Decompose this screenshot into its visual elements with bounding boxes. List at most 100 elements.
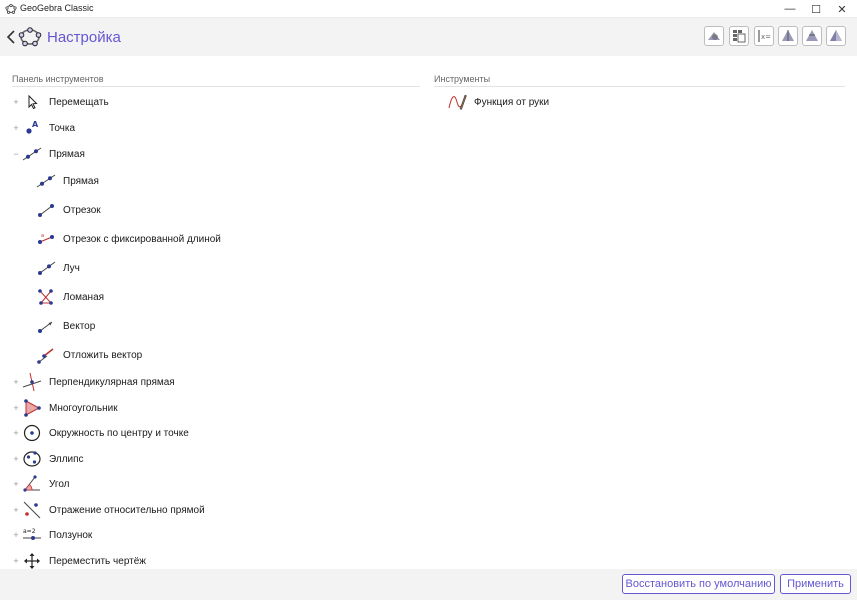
chevron-left-icon	[6, 30, 15, 44]
angle-icon	[22, 474, 42, 494]
ellipse-icon	[22, 449, 42, 469]
svg-text:a: a	[41, 233, 44, 239]
segment-fixed-icon: a	[36, 229, 56, 249]
graphics-perspective-icon	[708, 32, 720, 40]
tool-group-label: Перемещать	[49, 96, 109, 108]
line-icon	[22, 144, 42, 164]
close-button[interactable]: ✕	[829, 0, 855, 18]
tools-panel-heading: Инструменты	[434, 74, 491, 84]
tool-item-label: Луч	[63, 262, 80, 274]
expand-toggle[interactable]: +	[12, 397, 20, 419]
page-title: Настройка	[47, 29, 121, 46]
tool-group-label: Перпендикулярная прямая	[49, 376, 175, 388]
geogebra-app-icon	[5, 3, 17, 14]
window-title: GeoGebra Classic	[20, 3, 94, 13]
polygon-icon	[22, 398, 42, 418]
toolbar-panel-heading: Панель инструментов	[12, 74, 104, 84]
tool-item-segment[interactable]: Отрезок	[0, 199, 420, 221]
freehand-function-icon	[447, 92, 467, 112]
expand-toggle[interactable]: +	[12, 448, 20, 470]
tool-group-ellipse[interactable]: + Эллипс	[0, 448, 420, 470]
tool-group-slider[interactable]: + a=2 Ползунок	[0, 524, 420, 546]
tool-group-label: Переместить чертёж	[49, 555, 146, 567]
apply-button[interactable]: Применить	[780, 574, 851, 594]
tool-group-line[interactable]: − Прямая	[0, 143, 420, 165]
tool-item-label: Отложить вектор	[63, 349, 143, 361]
maximize-button[interactable]: ☐	[803, 0, 829, 18]
tool-group-label: Многоугольник	[49, 402, 118, 414]
tool-item-label: Отрезок с фиксированной длиной	[63, 233, 221, 245]
circle-center-point-icon	[22, 423, 42, 443]
move-arrow-icon	[22, 92, 42, 112]
svg-text:x=: x=	[761, 33, 771, 41]
tool-item-label: Вектор	[63, 320, 96, 332]
vector-icon	[36, 316, 56, 336]
tool-item-line[interactable]: Прямая	[0, 170, 420, 192]
slider-icon: a=2	[22, 525, 42, 545]
cas-perspective-icon	[830, 30, 842, 41]
algebra-perspective-button[interactable]: x=	[754, 26, 774, 46]
tool-group-label: Эллипс	[49, 453, 84, 465]
ray-icon	[36, 258, 56, 278]
tool-group-reflect[interactable]: + Отражение относительно прямой	[0, 499, 420, 521]
settings-header: Настройка x=	[0, 18, 857, 56]
tool-group-label: Угол	[49, 478, 70, 490]
tool-item-polyline[interactable]: Ломаная	[0, 286, 420, 308]
algebra-perspective-icon: x=	[758, 30, 771, 42]
svg-text:A: A	[32, 120, 39, 129]
perpendicular-line-icon	[22, 372, 42, 392]
tool-group-perpendicular-line[interactable]: + Перпендикулярная прямая	[0, 371, 420, 393]
minimize-button[interactable]: —	[777, 0, 803, 18]
probability-perspective-icon	[806, 30, 818, 41]
collapse-toggle[interactable]: −	[12, 143, 20, 165]
graphics-perspective-button[interactable]	[704, 26, 724, 46]
point-icon: A	[22, 118, 42, 138]
expand-toggle[interactable]: +	[12, 473, 20, 495]
tool-group-circle[interactable]: + Окружность по центру и точке	[0, 422, 420, 444]
tools-panel-divider	[434, 86, 845, 87]
spreadsheet-perspective-button[interactable]	[729, 26, 749, 46]
expand-toggle[interactable]: +	[12, 422, 20, 444]
tool-group-label: Прямая	[49, 148, 85, 160]
move-graphics-icon	[22, 551, 42, 571]
reflect-line-icon	[22, 500, 42, 520]
tool-group-label: Ползунок	[49, 529, 93, 541]
expand-toggle[interactable]: +	[12, 117, 20, 139]
vector-from-point-icon	[36, 345, 56, 365]
expand-toggle[interactable]: +	[12, 499, 20, 521]
probability-perspective-button[interactable]	[802, 26, 822, 46]
3d-graphics-perspective-icon	[782, 30, 794, 41]
tool-item-label: Прямая	[63, 175, 99, 187]
tool-group-label: Точка	[49, 122, 76, 134]
restore-default-button[interactable]: Восстановить по умолчанию	[622, 574, 775, 594]
tool-group-angle[interactable]: + Угол	[0, 473, 420, 495]
polyline-icon	[36, 287, 56, 307]
window-titlebar: GeoGebra Classic — ☐ ✕	[0, 0, 857, 18]
spreadsheet-perspective-icon	[733, 30, 746, 43]
expand-toggle[interactable]: +	[12, 371, 20, 393]
expand-toggle[interactable]: +	[12, 91, 20, 113]
toolbar-panel-divider	[12, 86, 420, 87]
expand-toggle[interactable]: +	[12, 524, 20, 546]
tool-item-freehand-function[interactable]: Функция от руки	[447, 91, 845, 113]
settings-footer: Восстановить по умолчанию Применить	[0, 569, 857, 600]
line-icon	[36, 171, 56, 191]
tool-group-polygon[interactable]: + Многоугольник	[0, 397, 420, 419]
3d-graphics-perspective-button[interactable]	[778, 26, 798, 46]
segment-icon	[36, 200, 56, 220]
tool-item-label: Функция от руки	[474, 96, 550, 108]
tool-item-label: Отрезок	[63, 204, 101, 216]
geogebra-logo-icon	[18, 27, 42, 47]
tool-item-vector[interactable]: Вектор	[0, 315, 420, 337]
tool-item-ray[interactable]: Луч	[0, 257, 420, 279]
tool-group-point[interactable]: + A Точка	[0, 117, 420, 139]
tool-group-move[interactable]: + Перемещать	[0, 91, 420, 113]
back-button[interactable]	[4, 26, 18, 48]
cas-perspective-button[interactable]	[826, 26, 846, 46]
tool-item-vector-from-point[interactable]: Отложить вектор	[0, 344, 420, 366]
tool-group-label: Окружность по центру и точке	[49, 427, 189, 439]
svg-text:a=2: a=2	[23, 528, 36, 535]
tool-item-segment-fixed[interactable]: a Отрезок с фиксированной длиной	[0, 228, 420, 250]
tool-group-label: Отражение относительно прямой	[49, 504, 205, 516]
tool-item-label: Ломаная	[63, 291, 105, 303]
